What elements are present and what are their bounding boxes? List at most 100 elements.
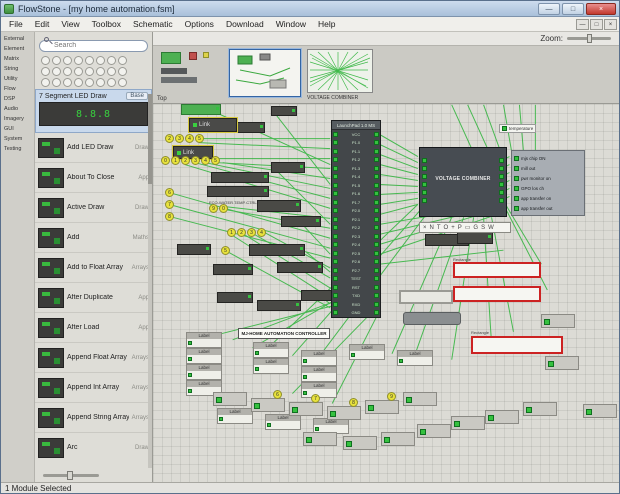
mdi-close-button[interactable]: × (604, 19, 617, 30)
pin-pad[interactable] (374, 285, 379, 290)
module-list-item[interactable]: Append String ArrayArrays (35, 403, 152, 433)
pin-pad[interactable] (333, 302, 338, 307)
pin-pad[interactable] (514, 196, 519, 201)
temperature-node[interactable]: temperature (499, 124, 536, 133)
category-item[interactable]: Imagery (1, 114, 34, 124)
module-list-item[interactable]: Add to Float ArrayArrays (35, 253, 152, 283)
filter-icon[interactable] (41, 56, 50, 65)
connector-node[interactable]: 7 (165, 200, 174, 209)
search-input[interactable] (39, 40, 148, 52)
connector-node[interactable]: 3 (247, 228, 256, 237)
gray-module[interactable] (451, 416, 485, 430)
pin-pad[interactable] (374, 259, 379, 264)
menu-window[interactable]: Window (270, 18, 312, 30)
pin-pad[interactable] (374, 174, 379, 179)
zoom-slider[interactable] (567, 37, 611, 40)
controller-title-box[interactable]: MJ-HOME AUTOMATION CONTROLLER (238, 328, 330, 339)
pin-pad[interactable] (514, 186, 519, 191)
pin-pad[interactable] (333, 225, 338, 230)
filter-icon[interactable] (63, 78, 72, 87)
pin-pad[interactable] (399, 359, 403, 363)
pin-pad[interactable] (422, 166, 427, 171)
filter-icon[interactable] (85, 56, 94, 65)
filter-icon[interactable] (107, 67, 116, 76)
pin-pad[interactable] (374, 268, 379, 273)
label-module[interactable]: Label (397, 350, 433, 366)
menu-edit[interactable]: Edit (29, 18, 56, 30)
connector-node[interactable]: 4 (185, 134, 194, 143)
category-item[interactable]: Testing (1, 144, 34, 154)
pin-pad[interactable] (374, 251, 379, 256)
edit-toolbar-icon[interactable]: P (458, 225, 462, 231)
pin-pad[interactable] (374, 140, 379, 145)
connector-node[interactable]: 2 (165, 134, 174, 143)
filter-icon[interactable] (63, 56, 72, 65)
rectangle-module-gray[interactable] (399, 290, 453, 304)
pin-pad[interactable] (374, 310, 379, 315)
pin-pad[interactable] (333, 268, 338, 273)
pin-pad[interactable] (333, 166, 338, 171)
pin-pad[interactable] (255, 367, 259, 371)
label-module[interactable]: Label (265, 414, 301, 430)
pin-pad[interactable] (499, 182, 504, 187)
connector-node[interactable]: 2 (237, 228, 246, 237)
rectangle-tool-icon[interactable]: ▭ (465, 224, 471, 231)
filter-icon[interactable] (96, 78, 105, 87)
label-module[interactable]: Label (217, 408, 253, 424)
pin-pad[interactable] (374, 157, 379, 162)
mini-module[interactable] (257, 200, 301, 212)
mini-module[interactable] (277, 262, 323, 273)
connector-node[interactable]: 5 (211, 156, 220, 165)
module-list-item-selected[interactable]: 7 Segment LED Draw Base 8.8.8 (35, 89, 152, 133)
module-list-item[interactable]: Append Int ArrayArrays (35, 373, 152, 403)
filter-icon[interactable] (85, 78, 94, 87)
io-row[interactable]: app transfer out (514, 203, 582, 213)
module-list-item[interactable]: After LoadApp (35, 313, 152, 343)
mini-module[interactable] (249, 244, 305, 256)
mini-module[interactable] (211, 172, 269, 183)
zoom-slider-thumb[interactable] (587, 34, 592, 43)
label-module[interactable]: Label (186, 332, 222, 348)
pin-pad[interactable] (333, 200, 338, 205)
mini-module[interactable] (217, 292, 253, 303)
module-list-item[interactable]: ArcDraw (35, 433, 152, 461)
pin-pad[interactable] (422, 198, 427, 203)
io-row[interactable]: mill out (514, 163, 582, 173)
pin-pad[interactable] (374, 302, 379, 307)
connector-node[interactable]: 4 (201, 156, 210, 165)
menu-schematic[interactable]: Schematic (127, 18, 179, 30)
pin-pad[interactable] (333, 310, 338, 315)
pin-pad[interactable] (514, 206, 519, 211)
gray-module[interactable] (365, 400, 399, 414)
schematic-canvas[interactable]: Link Link 2 3 4 5 0 1 2 3 4 5 6 7 8 (153, 104, 619, 482)
category-item[interactable]: Flow (1, 84, 34, 94)
module-list-item[interactable]: Append Float ArrayArrays (35, 343, 152, 373)
gray-module[interactable] (485, 410, 519, 424)
category-item[interactable]: GUI (1, 124, 34, 134)
label-module[interactable]: Label (349, 344, 385, 360)
mini-module[interactable] (271, 162, 305, 173)
gray-module[interactable] (343, 436, 377, 450)
module-list-scrollbar[interactable] (148, 94, 152, 468)
pin-pad[interactable] (219, 417, 223, 421)
nav-breadcrumb-top[interactable]: Top (157, 96, 167, 102)
pin-pad[interactable] (255, 351, 259, 355)
module-list-item[interactable]: AddMaths (35, 223, 152, 253)
category-item[interactable]: String (1, 64, 34, 74)
nav-thumbnail-voltage-combiner[interactable] (307, 49, 373, 93)
add-icon[interactable]: + (451, 225, 455, 231)
pin-pad[interactable] (188, 341, 192, 345)
category-item[interactable]: DSP (1, 94, 34, 104)
pin-pad[interactable] (333, 251, 338, 256)
slider-thumb[interactable] (67, 471, 73, 480)
io-row[interactable]: GPO los ch (514, 183, 582, 193)
edit-toolbar-icon[interactable]: O (444, 225, 449, 231)
connector-node[interactable]: 1 (171, 156, 180, 165)
pin-pad[interactable] (374, 242, 379, 247)
pin-pad[interactable] (333, 242, 338, 247)
connector-node[interactable]: 7 (311, 394, 320, 403)
pin-pad[interactable] (333, 174, 338, 179)
mini-module[interactable] (213, 264, 253, 275)
connector-node[interactable]: 2 (181, 156, 190, 165)
connector-node[interactable]: 0 (219, 204, 228, 213)
